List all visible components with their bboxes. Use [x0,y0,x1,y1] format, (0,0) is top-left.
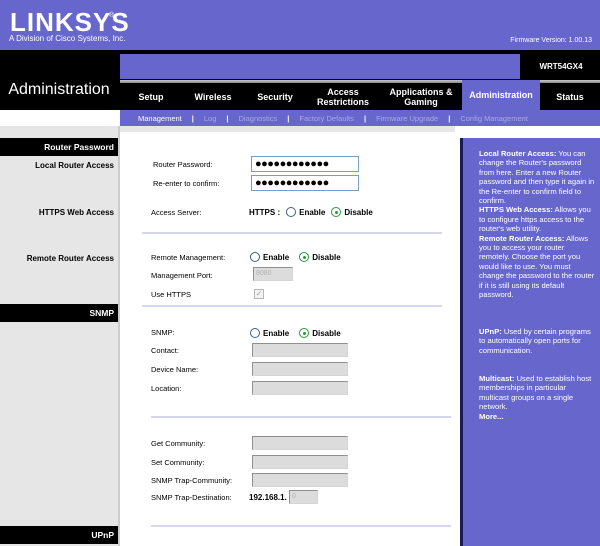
subnav-management[interactable]: Management [138,114,182,123]
help-remote-text: Allows you to access your router remotel… [479,233,595,300]
trap-community-label: SNMP Trap-Community: [151,476,233,485]
router-password-label: Router Password: [153,160,213,169]
device-name-label: Device Name: [151,365,199,374]
remote-enable-label[interactable]: Enable [263,253,289,262]
tab-wireless[interactable]: Wireless [182,83,244,110]
left-sidebar [0,126,118,546]
https-label: HTTPS : [249,207,281,217]
section-divider [151,416,451,418]
trap-destination-input[interactable]: 0 [289,490,318,504]
snmp-disable-radio[interactable] [299,328,310,338]
contact-input[interactable] [252,343,348,357]
tab-access-restrictions[interactable]: Access Restrictions [306,83,380,110]
reenter-password-label: Re-enter to confirm: [153,179,220,188]
snmp-disable-label[interactable]: Disable [312,329,340,338]
main-tabs: Setup Wireless Security Access Restricti… [120,80,600,110]
help-top-strip [455,126,600,138]
more-link[interactable]: More... [479,412,503,421]
trap-destination-prefix: 192.168.1. [249,493,287,502]
device-name-input[interactable] [252,362,348,376]
snmp-enable-radio[interactable] [250,328,260,338]
section-header-snmp: SNMP [0,304,118,322]
location-input[interactable] [252,381,348,395]
help-multicast-title: Multicast: [479,374,515,383]
tab-status[interactable]: Status [540,83,600,110]
help-https-title: HTTPS Web Access: [479,205,553,215]
https-enable-radio[interactable] [286,207,297,217]
subnav-log[interactable]: Log [204,114,217,123]
top-banner: LINKSYS ® A Division of Cisco Systems, I… [0,0,600,50]
contact-label: Contact: [151,346,179,355]
main-form: Router Password: ●●●●●●●●●●●● Re-enter t… [120,132,455,546]
subnav-diagnostics[interactable]: Diagnostics [239,114,278,123]
section-divider [151,525,451,527]
subnav-separator: | [287,113,290,123]
management-port-input[interactable]: 8080 [253,267,293,281]
location-label: Location: [151,384,182,393]
linksys-admin-page: LINKSYS ® A Division of Cisco Systems, I… [0,0,600,546]
section-header-router-password: Router Password [0,138,118,156]
router-password-input[interactable]: ●●●●●●●●●●●● [251,156,359,172]
section-header-upnp: UPnP [0,526,118,544]
help-upnp-title: UPnP: [479,327,502,336]
snmp-radio-group: Enable Disable [250,328,347,338]
help-local-title: Local Router Access: [479,149,557,158]
help-remote-title: Remote Router Access: [479,233,565,243]
firmware-version: Firmware Version: 1.00.13 [510,37,592,44]
trap-destination-label: SNMP Trap-Destination: [151,493,232,502]
tab-security[interactable]: Security [244,83,306,110]
section-divider [142,232,442,234]
reenter-password-input[interactable]: ●●●●●●●●●●●● [251,175,359,191]
help-text-upnp: UPnP: Used by certain programs to automa… [479,327,597,355]
registered-mark: ® [109,12,115,19]
https-disable-label[interactable]: Disable [344,208,372,217]
label-local-router-access: Local Router Access [35,161,114,170]
tab-setup[interactable]: Setup [120,83,182,110]
section-divider [142,305,442,307]
label-https-web-access: HTTPS Web Access [38,208,114,217]
logo-subtitle: A Division of Cisco Systems, Inc. [9,34,126,43]
https-enable-label[interactable]: Enable [299,208,325,217]
subnav-separator: | [364,113,367,123]
help-text-access: Local Router Access: You can change the … [479,149,597,300]
remote-disable-label[interactable]: Disable [312,253,340,262]
label-remote-router-access: Remote Router Access [26,254,114,263]
snmp-label: SNMP: [151,328,175,337]
management-port-label: Management Port: [151,271,213,280]
subnav-separator: | [191,113,194,123]
remote-management-radio-group: Enable Disable [250,252,347,262]
set-community-label: Set Community: [151,458,205,467]
tab-administration[interactable]: Administration [462,80,540,110]
snmp-enable-label[interactable]: Enable [263,329,289,338]
get-community-label: Get Community: [151,439,206,448]
get-community-input[interactable] [252,436,348,450]
model-name: WRT54GX4 [539,62,583,71]
model-bar [120,54,520,79]
subnav-separator: | [448,113,451,123]
trap-community-input[interactable] [252,473,348,487]
use-https-label: Use HTTPS [151,290,192,299]
subnav-factory-defaults[interactable]: Factory Defaults [299,114,354,123]
page-title: Administration [8,81,110,98]
https-disable-radio[interactable] [331,207,342,217]
remote-enable-radio[interactable] [250,252,260,262]
subnav-config-management[interactable]: Config Management [460,114,528,123]
remote-disable-radio[interactable] [299,252,310,262]
access-server-label: Access Server: [151,208,202,217]
tab-applications-gaming[interactable]: Applications & Gaming [380,83,462,110]
subnav-firmware-upgrade[interactable]: Firmware Upgrade [376,114,438,123]
subnav-separator: | [226,113,229,123]
use-https-checkbox[interactable]: ✓ [254,289,264,299]
set-community-input[interactable] [252,455,348,469]
sub-navigation: Management | Log | Diagnostics | Factory… [120,110,600,126]
https-radio-group: HTTPS : Enable Disable [249,207,379,217]
remote-management-label: Remote Management: [151,253,226,262]
help-text-multicast: Multicast: Used to establish host member… [479,374,597,421]
